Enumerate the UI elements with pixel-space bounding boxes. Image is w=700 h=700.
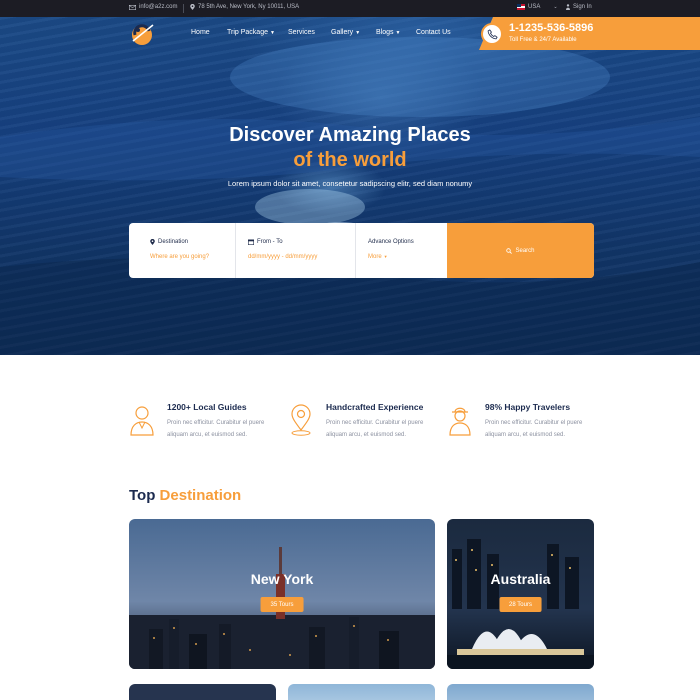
advance-more-toggle[interactable]: More ▼: [368, 254, 388, 260]
advance-more-label: More: [368, 254, 382, 260]
advance-label: Advance Options: [368, 239, 414, 245]
destination-card-partial[interactable]: [129, 684, 276, 700]
chevron-down-icon: ⌄: [553, 4, 558, 10]
phone-number[interactable]: 1-1235-536-5896: [509, 22, 593, 34]
advance-options-field[interactable]: Advance Options More ▼: [356, 223, 447, 278]
phone-subtitle: Toll Free & 24/7 Available: [509, 37, 577, 43]
feature-title: 98% Happy Travelers: [485, 402, 571, 412]
map-pin-icon: [291, 404, 311, 436]
chevron-down-icon: ▼: [383, 254, 388, 259]
phone-icon[interactable]: [481, 23, 503, 45]
nav-blogs-label: Blogs: [376, 29, 394, 36]
signin-link[interactable]: Sign In: [566, 4, 592, 10]
dates-field[interactable]: From - To dd/mm/yyyy - dd/mm/yyyy: [236, 223, 354, 278]
address-text: 78 5th Ave, New York, Ny 10011, USA: [198, 4, 300, 10]
tours-badge[interactable]: 28 Tours: [499, 597, 542, 612]
user-icon: [566, 4, 570, 10]
mail-icon: [129, 4, 136, 10]
section-title-part1: Top: [129, 487, 156, 504]
feature-description: Proin nec efficitur. Curabitur el puere …: [485, 420, 583, 438]
dates-input[interactable]: dd/mm/yyyy - dd/mm/yyyy: [248, 254, 317, 260]
advance-label-text: Advance Options: [368, 239, 414, 245]
search-button[interactable]: Search: [447, 223, 594, 278]
nav-trip-package-label: Trip Package: [227, 29, 268, 36]
hero-subtitle: Lorem ipsum dolor sit amet, consetetur s…: [227, 179, 473, 188]
destination-name: New York: [250, 571, 314, 587]
nav-trip-package[interactable]: Trip Package ▼: [227, 29, 275, 36]
top-bar: info@a2z.com 78 5th Ave, New York, Ny 10…: [0, 0, 700, 17]
destination-field[interactable]: Destination Where are you going?: [138, 223, 235, 278]
signin-label: Sign In: [573, 4, 592, 10]
destination-label-row: Destination: [150, 239, 188, 245]
location-icon: [190, 4, 195, 10]
destination-name: Australia: [490, 571, 551, 587]
nav-blogs[interactable]: Blogs ▼: [376, 29, 400, 36]
usa-flag-icon: [517, 4, 525, 10]
address-info: 78 5th Ave, New York, Ny 10011, USA: [190, 4, 299, 10]
feature-description: Proin nec efficitur. Curabitur el puere …: [326, 420, 424, 438]
destination-card-australia[interactable]: Australia 28 Tours: [447, 519, 594, 669]
nav-services[interactable]: Services: [288, 29, 315, 36]
destination-card-partial[interactable]: [447, 684, 594, 700]
chevron-down-icon: ▼: [395, 30, 401, 36]
destination-input[interactable]: Where are you going?: [150, 254, 209, 260]
section-title: Top Destination: [129, 487, 241, 504]
chevron-down-icon: ▼: [355, 30, 361, 36]
nav-gallery-label: Gallery: [331, 29, 354, 36]
email-text: info@a2z.com: [139, 4, 178, 10]
nav-contact-us-label: Contact Us: [416, 29, 451, 36]
calendar-icon: [248, 239, 254, 245]
language-select[interactable]: USA ⌄: [517, 4, 558, 10]
destination-card-new-york[interactable]: New York 35 Tours: [129, 519, 435, 669]
search-icon: [506, 247, 513, 254]
section-title-part2: Destination: [159, 487, 242, 504]
feature-title: 1200+ Local Guides: [167, 402, 247, 412]
destination-card-partial[interactable]: [288, 684, 435, 700]
phone-glyph: [487, 28, 498, 39]
feature-title: Handcrafted Experience: [326, 402, 424, 412]
topbar-divider: [183, 4, 184, 13]
brand-logo[interactable]: [129, 21, 155, 47]
feature-description: Proin nec efficitur. Curabitur el puere …: [167, 420, 265, 438]
hero-title: Discover Amazing Places: [229, 124, 471, 146]
tours-badge[interactable]: 35 Tours: [260, 597, 304, 612]
australia-image: [447, 519, 594, 669]
search-form: Destination Where are you going? From - …: [129, 223, 594, 278]
guide-icon: [130, 406, 154, 436]
hero-title-accent: of the world: [293, 149, 407, 171]
dates-label-row: From - To: [248, 239, 283, 245]
nav-home[interactable]: Home: [191, 29, 210, 36]
nav-services-label: Services: [288, 29, 315, 36]
destination-label: Destination: [158, 239, 189, 245]
chevron-down-icon: ▼: [269, 30, 275, 36]
nav-contact-us[interactable]: Contact Us: [416, 29, 451, 36]
traveler-icon: [449, 407, 471, 436]
language-label: USA: [528, 4, 541, 10]
search-button-label: Search: [515, 247, 535, 254]
new-york-image: [129, 519, 435, 669]
dates-label: From - To: [257, 239, 283, 245]
location-icon: [150, 239, 155, 245]
nav-home-label: Home: [191, 29, 210, 36]
nav-gallery[interactable]: Gallery ▼: [331, 29, 360, 36]
email-info[interactable]: info@a2z.com: [129, 4, 177, 10]
